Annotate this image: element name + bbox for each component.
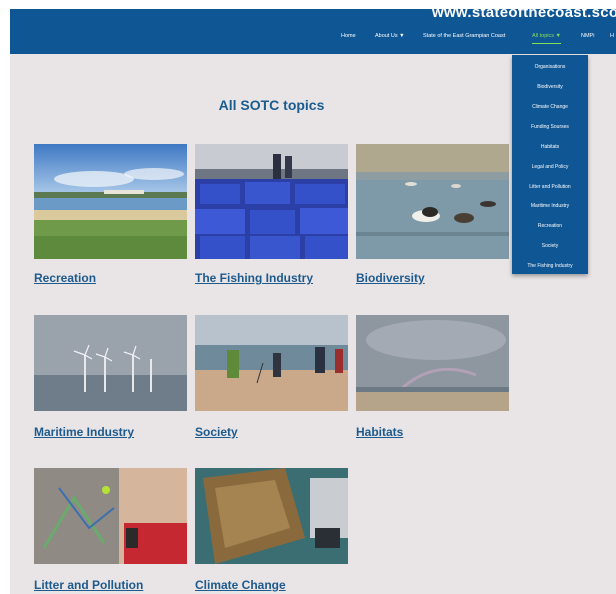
- recreation-image[interactable]: [34, 144, 187, 259]
- topic-link-climate-change[interactable]: Climate Change: [195, 578, 286, 592]
- menu-item-habitats[interactable]: Habitats: [512, 144, 588, 150]
- menu-item-recreation[interactable]: Recreation: [512, 223, 588, 229]
- menu-item-society[interactable]: Society: [512, 243, 588, 249]
- topic-link-society[interactable]: Society: [195, 425, 238, 439]
- topic-link-biodiversity[interactable]: Biodiversity: [356, 271, 425, 285]
- nav-state-of-east-grampian-coast[interactable]: State of the East Grampian Coast: [423, 33, 505, 39]
- menu-item-legal-and-policy[interactable]: Legal and Policy: [512, 164, 588, 170]
- habitats-image[interactable]: [356, 315, 509, 411]
- menu-item-funding-sources[interactable]: Funding Sourses: [512, 124, 588, 130]
- page-heading: All SOTC topics: [218, 97, 325, 113]
- topic-link-recreation[interactable]: Recreation: [34, 271, 96, 285]
- topic-card-fishing-industry[interactable]: The Fishing Industry: [195, 144, 348, 289]
- menu-item-litter-and-pollution[interactable]: Litter and Pollution: [512, 184, 588, 190]
- climate-change-image[interactable]: [195, 468, 348, 564]
- topic-link-fishing-industry[interactable]: The Fishing Industry: [195, 271, 313, 285]
- society-image[interactable]: [195, 315, 348, 411]
- menu-item-organisations[interactable]: Organisations: [512, 64, 588, 70]
- site-header: www.stateofthecoast.sco Home About Us ▼ …: [10, 9, 616, 54]
- maritime-industry-image[interactable]: [34, 315, 187, 411]
- topic-card-habitats[interactable]: Habitats: [356, 315, 509, 445]
- topic-card-climate-change[interactable]: Climate Change: [195, 468, 348, 594]
- topic-card-biodiversity[interactable]: Biodiversity: [356, 144, 509, 289]
- all-topics-dropdown: Organisations Biodiversity Climate Chang…: [512, 55, 588, 274]
- topic-link-habitats[interactable]: Habitats: [356, 425, 403, 439]
- menu-item-biodiversity[interactable]: Biodiversity: [512, 84, 588, 90]
- site-title[interactable]: www.stateofthecoast.sco: [432, 9, 616, 21]
- nav-home[interactable]: Home: [341, 33, 356, 39]
- litter-and-pollution-image[interactable]: [34, 468, 187, 564]
- menu-item-fishing-industry[interactable]: The Fishing Industry: [512, 263, 588, 269]
- topic-card-society[interactable]: Society: [195, 315, 348, 445]
- nav-about-us[interactable]: About Us ▼: [375, 33, 405, 39]
- topic-card-maritime-industry[interactable]: Maritime Industry: [34, 315, 187, 445]
- nav-h[interactable]: H: [610, 33, 614, 39]
- topic-card-recreation[interactable]: Recreation: [34, 144, 187, 289]
- topic-link-maritime-industry[interactable]: Maritime Industry: [34, 425, 134, 439]
- page: www.stateofthecoast.sco Home About Us ▼ …: [10, 9, 616, 594]
- biodiversity-image[interactable]: [356, 144, 509, 259]
- menu-item-maritime-industry[interactable]: Maritime Industry: [512, 203, 588, 209]
- topic-link-litter-and-pollution[interactable]: Litter and Pollution: [34, 578, 143, 592]
- nav-all-topics[interactable]: All topics ▼: [532, 33, 561, 44]
- nav-nmpi[interactable]: NMPi: [581, 33, 594, 39]
- menu-item-climate-change[interactable]: Climate Change: [512, 104, 588, 110]
- fishing-industry-image[interactable]: [195, 144, 348, 259]
- topic-card-litter-and-pollution[interactable]: Litter and Pollution: [34, 468, 187, 594]
